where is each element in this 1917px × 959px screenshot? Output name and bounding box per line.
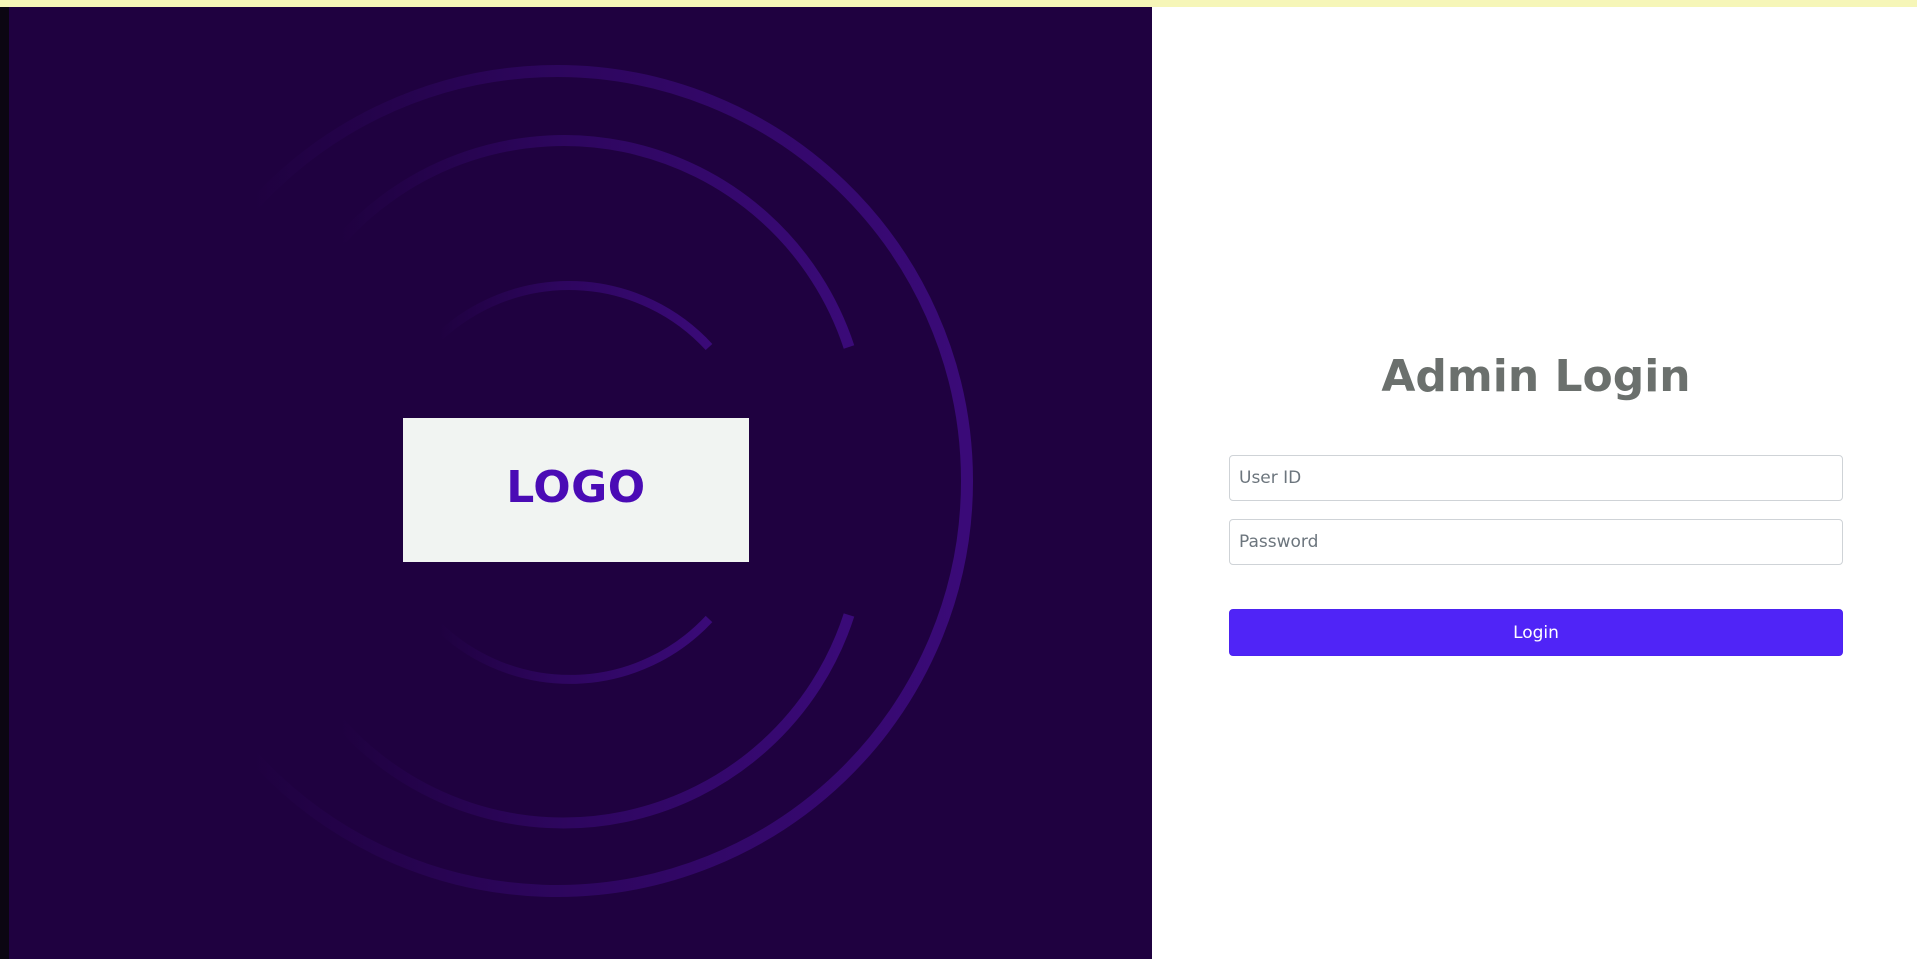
logo-text: LOGO (506, 461, 646, 513)
password-input[interactable] (1229, 519, 1843, 565)
login-title: Admin Login (1381, 351, 1691, 402)
login-page: LOGO Admin Login Login (0, 0, 1917, 959)
top-strip (0, 0, 1917, 7)
middle-arc-top (334, 135, 855, 349)
user-id-input[interactable] (1229, 455, 1843, 501)
left-edge (0, 7, 9, 959)
login-button[interactable]: Login (1229, 609, 1843, 656)
inner-arc-top (435, 281, 713, 351)
inner-arc-bottom (435, 615, 713, 684)
logo: LOGO (403, 418, 749, 562)
middle-arc-bottom (334, 613, 855, 829)
brand-panel: LOGO (9, 7, 1152, 959)
